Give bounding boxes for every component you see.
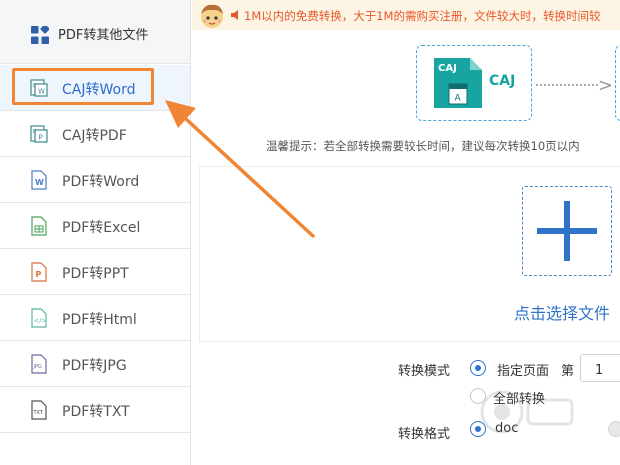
sidebar-item-label: CAJ转PDF	[62, 128, 127, 144]
svg-text:C: C	[33, 129, 37, 135]
svg-text:A: A	[455, 94, 462, 104]
select-file-link[interactable]: 点击选择文件	[514, 300, 610, 324]
radio-format-doc-label: doc	[495, 421, 519, 436]
ppt-icon: P	[31, 262, 47, 282]
svg-text:TXT: TXT	[33, 410, 44, 416]
caj-pdf-icon: P C	[30, 125, 48, 143]
tip-text: 温馨提示：若全部转换需要较长时间，建议每次转换10页以内	[266, 139, 580, 153]
sidebar-item-label: PDF转Html	[62, 312, 137, 328]
sidebar-item-label: CAJ转Word	[62, 82, 136, 98]
speaker-icon	[231, 10, 238, 20]
sidebar-item-caj-pdf[interactable]: P C CAJ转PDF	[0, 111, 190, 157]
flow-connector	[536, 84, 598, 86]
source-format-label: CAJ	[489, 73, 516, 89]
chevron-right-icon: >	[598, 75, 614, 96]
plus-icon-bar	[537, 228, 597, 234]
sidebar-item-pdf-jpg[interactable]: JPG PDF转JPG	[0, 341, 190, 387]
sidebar-item-label: PDF转JPG	[62, 358, 127, 374]
excel-icon	[31, 216, 47, 236]
svg-text:P: P	[36, 270, 42, 279]
radio-all-pages[interactable]	[470, 388, 486, 404]
html-icon: </>	[31, 308, 47, 328]
grid-icon	[31, 26, 49, 44]
radio-format-other[interactable]	[608, 421, 620, 437]
format-label: 转换格式	[398, 427, 451, 442]
svg-text:W: W	[38, 88, 45, 96]
svg-text:P: P	[39, 134, 43, 142]
radio-format-doc[interactable]	[470, 421, 486, 437]
sidebar-item-label: PDF转Word	[62, 174, 140, 190]
svg-text:C: C	[33, 83, 37, 89]
svg-text:JPG: JPG	[33, 364, 42, 370]
radio-specified-pages[interactable]	[470, 360, 486, 376]
page-number-input[interactable]	[580, 354, 620, 382]
sidebar-item-pdf-ppt[interactable]: P PDF转PPT	[0, 249, 190, 295]
sidebar-item-pdf-txt[interactable]: TXT PDF转TXT	[0, 387, 190, 433]
page-prefix: 第	[561, 364, 575, 379]
radio-all-pages-label: 全部转换	[493, 392, 546, 407]
svg-text:W: W	[35, 178, 44, 187]
radio-specified-pages-label: 指定页面	[497, 364, 550, 379]
sidebar-item-label: PDF转TXT	[62, 404, 130, 420]
sidebar-header: PDF转其他文件	[0, 0, 190, 64]
svg-text:</>: </>	[34, 317, 47, 325]
sidebar-item-pdf-excel[interactable]: PDF转Excel	[0, 203, 190, 249]
jpg-icon: JPG	[31, 354, 47, 374]
caj-word-icon: W C	[30, 79, 48, 97]
sidebar-item-label: PDF转Excel	[62, 220, 141, 236]
caj-badge-text: CAJ	[438, 63, 457, 74]
txt-icon: TXT	[31, 400, 47, 420]
mascot-icon	[201, 4, 223, 28]
caj-file-icon: CAJ A	[434, 58, 482, 108]
sidebar-item-caj-word[interactable]: W C CAJ转Word	[0, 65, 190, 111]
mode-label: 转换模式	[398, 364, 451, 379]
sidebar: PDF转其他文件 W C CAJ转Word P C CAJ转PDF W PDF转…	[0, 0, 191, 465]
sidebar-item-label: PDF转PPT	[62, 266, 129, 282]
sidebar-item-pdf-word[interactable]: W PDF转Word	[0, 157, 190, 203]
sidebar-item-pdf-html[interactable]: </> PDF转Html	[0, 295, 190, 341]
sidebar-title: PDF转其他文件	[58, 28, 149, 43]
notice-banner: 1M以内的免费转换，大于1M的需购买注册，文件较大时，转换时间较	[192, 0, 620, 30]
word-icon: W	[31, 170, 47, 190]
target-format-box	[615, 45, 620, 121]
banner-text: 1M以内的免费转换，大于1M的需购买注册，文件较大时，转换时间较	[244, 9, 601, 23]
